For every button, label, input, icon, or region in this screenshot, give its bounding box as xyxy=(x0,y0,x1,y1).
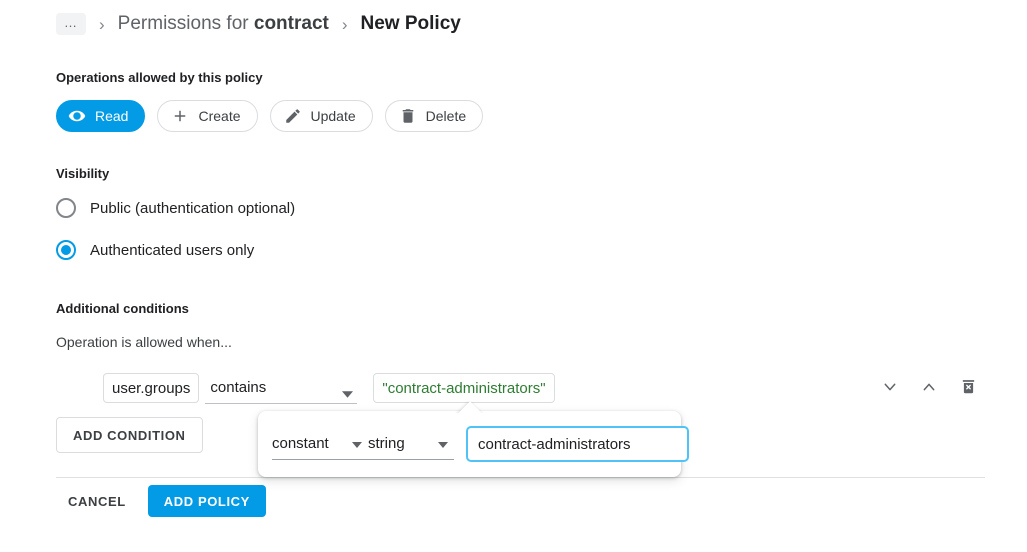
footer-actions: CANCEL ADD POLICY xyxy=(56,485,266,517)
breadcrumb-separator-1: › xyxy=(99,14,105,34)
move-condition-down-button[interactable] xyxy=(879,377,901,399)
conditions-label: Additional conditions xyxy=(56,301,189,316)
condition-editor-type-value: string xyxy=(368,435,405,452)
add-policy-button[interactable]: ADD POLICY xyxy=(147,485,266,517)
condition-editor-kind-value: constant xyxy=(272,435,329,452)
popover-arrow xyxy=(455,401,485,413)
plus-icon xyxy=(171,107,189,125)
operations-chip-group: Read Create Update Delete xyxy=(0,100,1027,132)
condition-row: user.groups contains "contract-administr… xyxy=(0,371,1027,405)
delete-condition-button[interactable] xyxy=(957,377,979,399)
visibility-label: Visibility xyxy=(56,166,110,181)
chevron-down-icon xyxy=(342,385,354,402)
breadcrumb-item-permissions[interactable]: Permissions for contract xyxy=(118,13,329,35)
condition-field-chip[interactable]: user.groups xyxy=(103,373,200,403)
operations-label: Operations allowed by this policy xyxy=(56,70,263,85)
chevron-down-icon xyxy=(882,379,898,398)
move-condition-up-button[interactable] xyxy=(918,377,940,399)
delete-condition-icon xyxy=(960,378,977,398)
condition-value-chip[interactable]: "contract-administrators" xyxy=(373,373,555,403)
breadcrumb-overflow-button[interactable]: … xyxy=(56,13,86,35)
operation-chip-update[interactable]: Update xyxy=(269,100,373,132)
breadcrumb-overflow-label: … xyxy=(64,14,78,30)
operation-chip-update-label: Update xyxy=(310,108,356,124)
operation-chip-delete[interactable]: Delete xyxy=(384,100,484,132)
radio-authenticated[interactable] xyxy=(56,240,76,260)
visibility-option-authenticated[interactable]: Authenticated users only xyxy=(0,240,1027,260)
visibility-option-public[interactable]: Public (authentication optional) xyxy=(0,198,1027,218)
breadcrumb-separator-2: › xyxy=(341,14,348,34)
visibility-option-authenticated-label: Authenticated users only xyxy=(90,241,255,259)
breadcrumb: … › Permissions for contract › New Polic… xyxy=(0,0,1027,40)
cancel-button[interactable]: CANCEL xyxy=(56,485,138,517)
condition-editor-value-input[interactable] xyxy=(466,426,689,462)
breadcrumb-item-current: New Policy xyxy=(360,13,461,34)
condition-operator-value: contains xyxy=(210,379,267,396)
radio-public[interactable] xyxy=(56,198,76,218)
condition-editor-type-select[interactable]: string xyxy=(368,435,454,452)
condition-operator-select[interactable]: contains xyxy=(205,372,358,404)
condition-editor-kind-select[interactable]: constant xyxy=(272,435,368,452)
operation-chip-create-label: Create xyxy=(198,108,241,124)
chevron-down-icon xyxy=(352,435,362,452)
operation-chip-delete-label: Delete xyxy=(425,108,467,124)
pencil-icon xyxy=(284,107,302,125)
trash-icon xyxy=(399,107,417,125)
breadcrumb-permissions-target: contract xyxy=(253,13,329,34)
breadcrumb-permissions-prefix: Permissions for xyxy=(117,13,254,34)
operation-chip-create[interactable]: Create xyxy=(157,100,258,132)
conditions-hint: Operation is allowed when... xyxy=(56,334,232,350)
chevron-down-icon xyxy=(438,435,448,452)
operation-chip-read[interactable]: Read xyxy=(56,100,146,132)
visibility-option-public-label: Public (authentication optional) xyxy=(90,199,296,217)
footer-divider xyxy=(56,477,985,478)
condition-editor-selects: constant string xyxy=(272,428,454,460)
operation-chip-read-label: Read xyxy=(95,108,129,124)
condition-row-actions xyxy=(879,377,979,399)
condition-value-editor-popover: constant string xyxy=(258,411,689,477)
eye-icon xyxy=(68,107,86,125)
chevron-up-icon xyxy=(921,379,937,398)
add-condition-button[interactable]: ADD CONDITION xyxy=(56,417,203,453)
